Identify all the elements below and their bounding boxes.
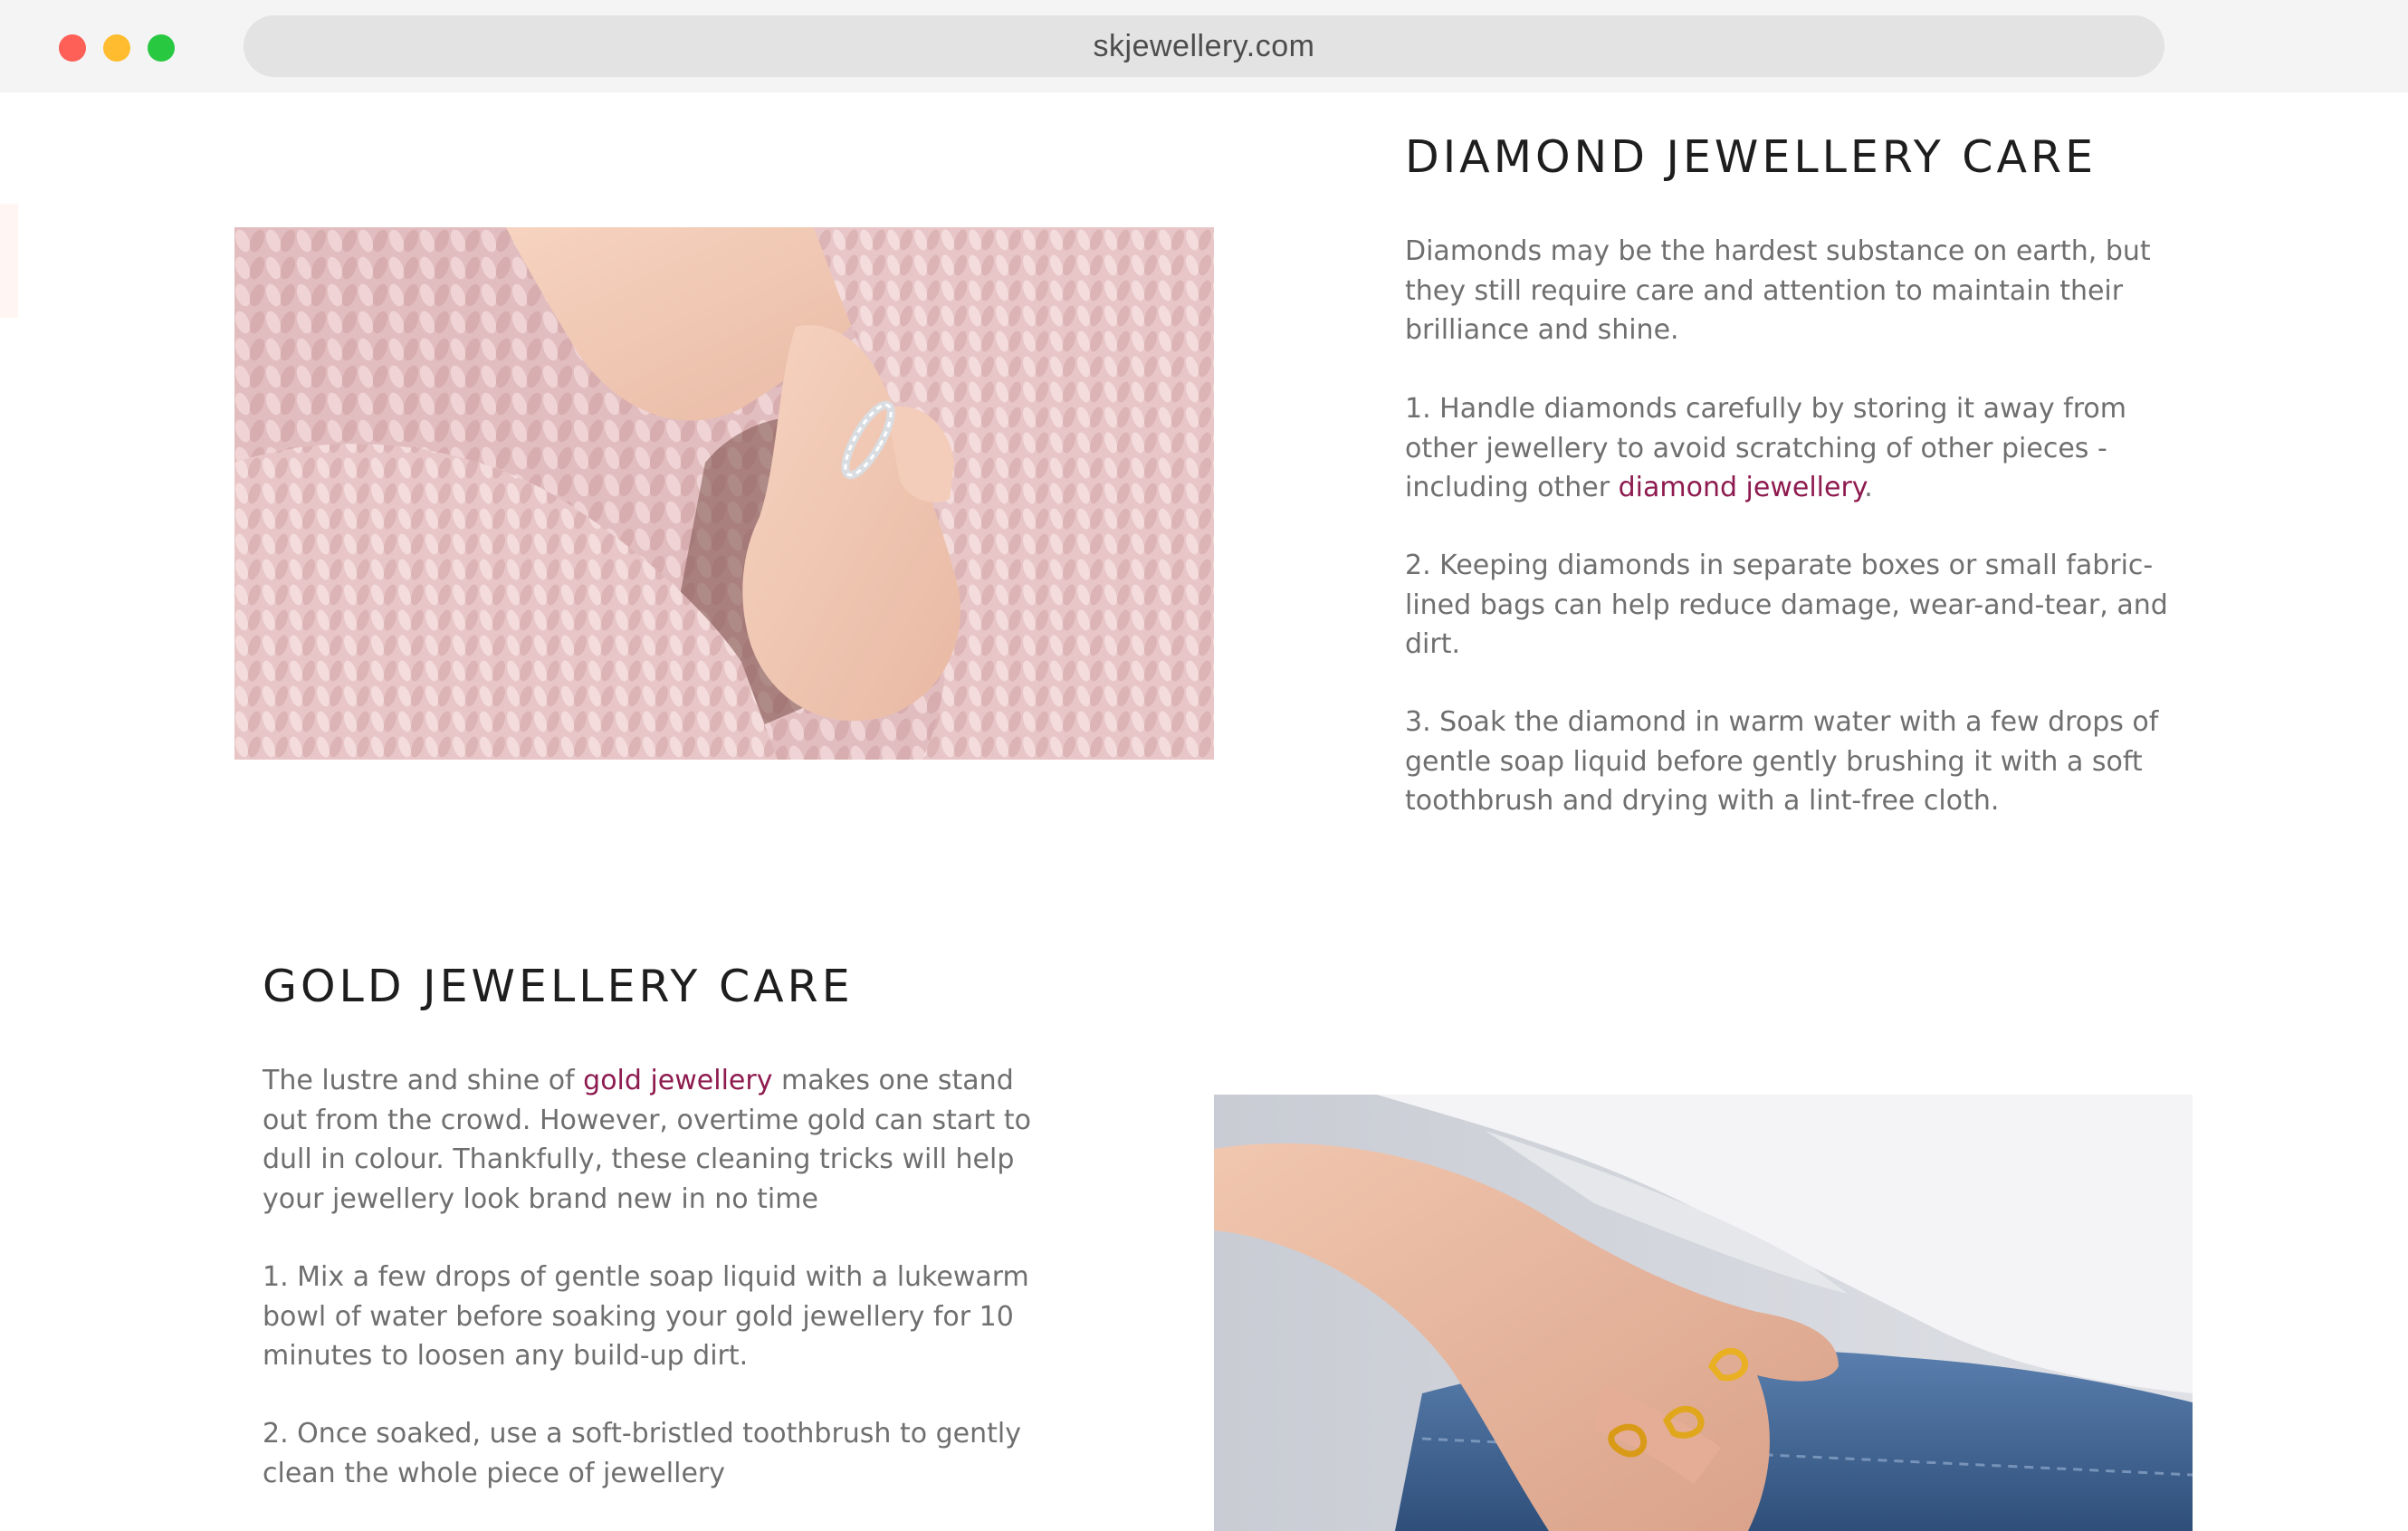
gold-care-title: GOLD JEWELLERY CARE — [263, 961, 854, 1012]
diamond-intro-text: Diamonds may be the hardest substance on… — [1405, 235, 2151, 346]
minimize-window-button[interactable] — [103, 34, 130, 62]
gold-rings-photo — [1214, 1095, 2193, 1531]
gold-step-2: 2. Once soaked, use a soft-bristled toot… — [263, 1418, 1021, 1489]
diamond-care-title: DIAMOND JEWELLERY CARE — [1405, 131, 2097, 183]
close-window-button[interactable] — [59, 34, 86, 62]
gold-jewellery-link[interactable]: gold jewellery — [583, 1065, 772, 1096]
gold-intro-text: The lustre and shine of gold jewellery m… — [263, 1061, 1041, 1219]
diamond-step-1-end: . — [1864, 472, 1873, 503]
diamond-ring-photo — [234, 227, 1214, 760]
browser-toolbar: skjewellery.com — [0, 0, 2408, 92]
gold-step-1: 1. Mix a few drops of gentle soap liquid… — [263, 1261, 1029, 1372]
maximize-window-button[interactable] — [148, 34, 175, 62]
diamond-step-2: 2. Keeping diamonds in separate boxes or… — [1405, 550, 2168, 660]
diamond-step-3: 3. Soak the diamond in warm water with a… — [1405, 706, 2159, 817]
address-bar[interactable]: skjewellery.com — [244, 15, 2164, 77]
gold-intro-start: The lustre and shine of — [263, 1065, 584, 1096]
diamond-step-1: 1. Handle diamonds carefully by storing … — [1405, 389, 2183, 508]
edge-tab — [0, 204, 18, 318]
diamond-jewellery-link[interactable]: diamond jewellery — [1619, 472, 1865, 503]
url-text: skjewellery.com — [1093, 28, 1315, 63]
